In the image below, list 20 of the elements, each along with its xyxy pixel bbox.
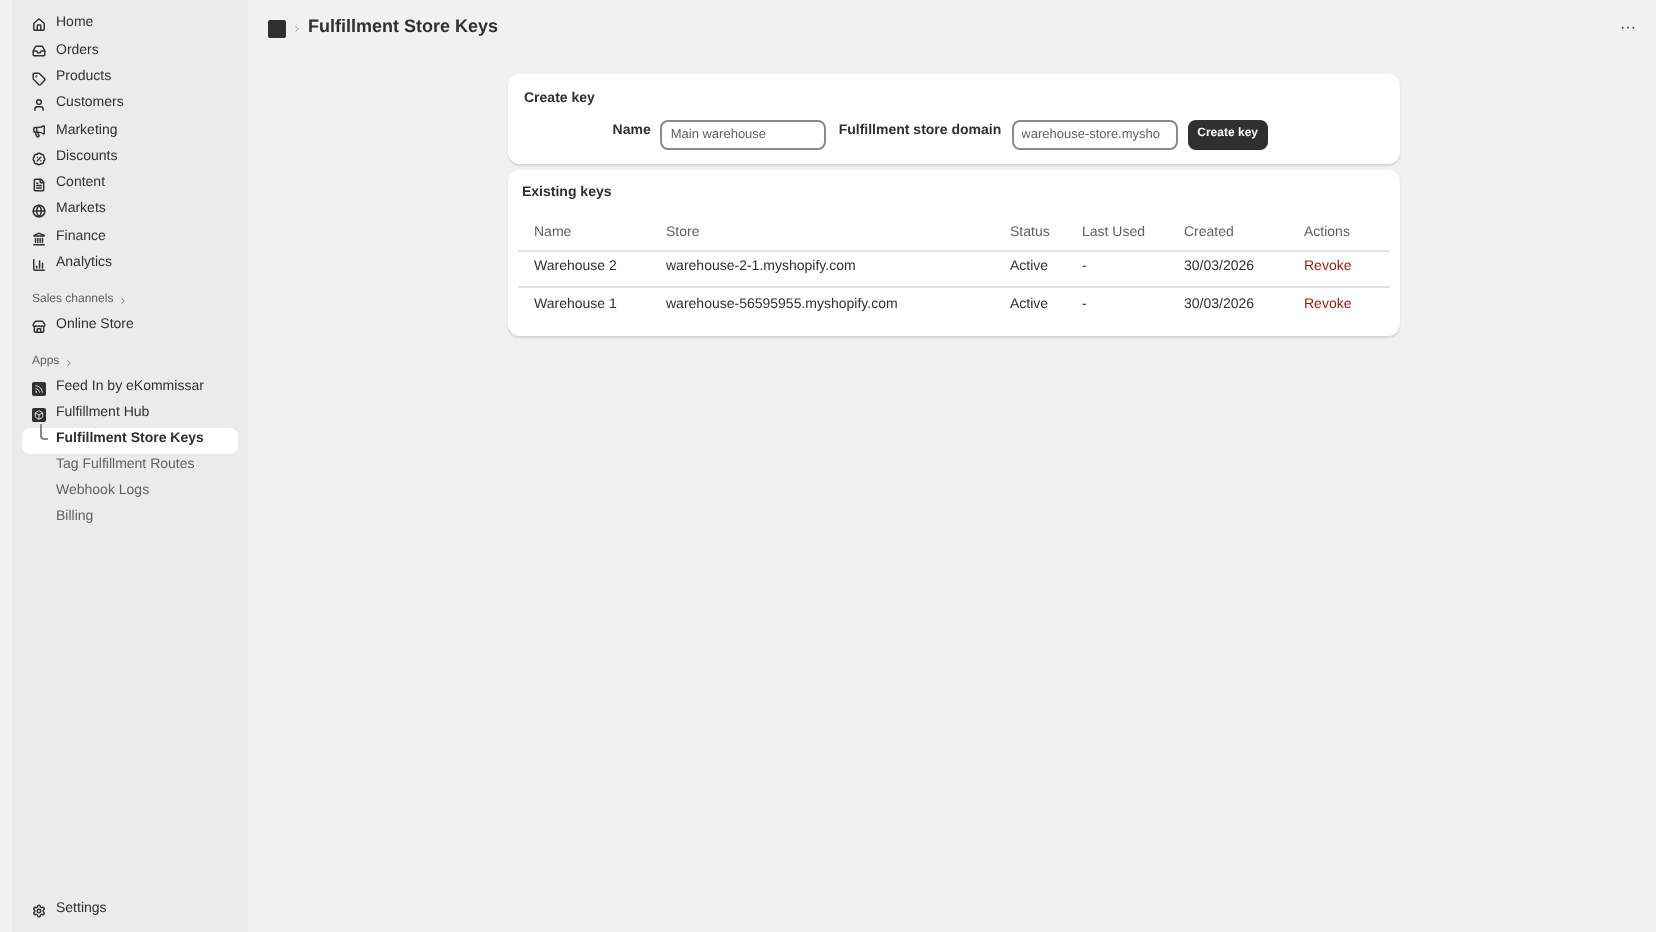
document-icon xyxy=(32,177,46,192)
person-icon xyxy=(32,98,46,113)
chevron-icon xyxy=(117,296,128,307)
bank-icon xyxy=(32,231,46,246)
bar-chart-icon xyxy=(32,257,46,272)
app-icon xyxy=(268,19,286,37)
app-icon xyxy=(32,407,46,422)
tag-icon xyxy=(32,71,46,86)
more-button[interactable]: ··· xyxy=(1620,20,1636,36)
settings-icon xyxy=(32,904,46,918)
app-icon xyxy=(32,381,46,396)
inbox-icon xyxy=(32,44,46,59)
megaphone-icon xyxy=(32,124,46,139)
percent-icon xyxy=(32,151,46,166)
store-icon xyxy=(32,319,46,334)
globe-icon xyxy=(32,204,46,219)
home-icon xyxy=(32,18,46,33)
chevron-icon xyxy=(63,358,74,369)
chevron-icon xyxy=(292,23,302,33)
page-title: Fulfillment Store Keys xyxy=(308,14,499,41)
